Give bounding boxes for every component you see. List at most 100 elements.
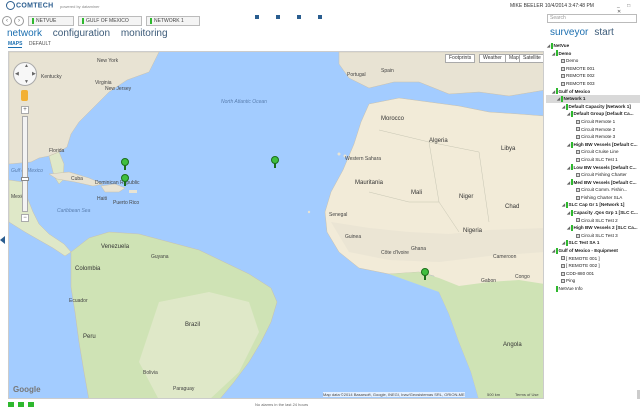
tree-item[interactable]: ◢ NetVue [546,42,640,50]
map-label: Angola [503,342,522,348]
tree-item[interactable]: CDD-880 001 [546,270,640,278]
tree-item[interactable]: REMOTE 002 [546,72,640,80]
tree-item[interactable]: Circuit SLC Test 3 [546,232,640,240]
zoom-slider[interactable] [21,116,29,212]
breadcrumb-item[interactable]: NETWORK 1 [146,16,200,26]
tree-item-label: Med BW Vessels [Default C... [573,179,637,185]
tree-item[interactable]: Circuit Remote 3 [546,133,640,141]
title-bar: COMTECH powered by dataminer MIKE BEELER… [0,0,640,19]
status-icon[interactable] [8,402,14,407]
status-bar: No alarms in the last 24 hours [0,400,640,410]
tree-item[interactable]: REMOTE 003 [546,80,640,88]
map-label: Paraguay [173,386,195,392]
zoom-in-button[interactable]: + [21,106,29,114]
terms-link[interactable]: Terms of Use [515,392,539,397]
tree-item-label: REMOTE 003 [566,80,595,86]
zoom-out-button[interactable]: − [21,214,29,222]
map-view[interactable]: North Atlantic Ocean Caribbean Sea Gulf … [8,51,544,399]
status-indicator-icon [551,42,553,49]
tree-item[interactable]: Circuit SLC Test 2 [546,217,640,225]
tree-item[interactable]: ◢ Low BW Vessels [Default C... [546,164,640,172]
pegman-icon[interactable] [21,90,28,101]
map-type-satellite-button[interactable]: Satellite [519,54,543,63]
tree-item[interactable]: NetVue Info [546,285,640,293]
tree-item[interactable]: ◢ Gulf of Mexico [546,88,640,96]
search-input[interactable]: Search [547,14,637,23]
tree-item[interactable]: ◢ High BW Vessels [Default C... [546,141,640,149]
element-icon [561,271,565,276]
tree-item[interactable]: Ping [546,277,640,285]
element-icon [561,66,565,71]
breadcrumb-bar: ‹ › NETVUE GULF OF MEXICO NETWORK 1 [0,15,545,27]
tree-item[interactable]: REMOTE 001 [546,65,640,73]
forward-arrow-icon[interactable]: › [14,16,24,26]
tree-item-label: Circuit SLC Test 3 [581,232,618,238]
element-icon [561,279,565,284]
tree-item[interactable]: Circuit Fishing Charter [546,171,640,179]
tab-network[interactable]: network [7,28,42,39]
tab-start[interactable]: start [594,27,613,38]
tree-item-label: Fishing Charter SLA [581,194,623,200]
footprints-button[interactable]: Footprints [445,54,476,63]
tree-item-label: NetVue Info [558,286,583,291]
tree-item-label: Low BW Vessels [Default C... [573,164,637,170]
tree-item[interactable]: [ REMOTE 002 ] [546,262,640,270]
status-indicator-icon [571,111,573,118]
status-icon[interactable] [28,402,34,407]
tree-item[interactable]: ◢ High BW Vessels 2 [SLC Ca... [546,224,640,232]
tree-item[interactable]: ◢ SLC Cap Gr 1 [Network 1] [546,201,640,209]
tree-item[interactable]: ◢ Network 1 [546,95,640,103]
tree-item[interactable]: ◢ Default Group [Default Ca... [546,110,640,118]
weather-button[interactable]: Weather [479,54,506,63]
status-indicator-icon [561,95,563,102]
map-label: Gabon [481,278,497,284]
breadcrumb-item[interactable]: NETVUE [28,16,74,26]
tab-monitoring[interactable]: monitoring [121,28,168,39]
status-indicator-icon [566,202,568,209]
breadcrumb-item[interactable]: GULF OF MEXICO [78,16,142,26]
tree-item[interactable]: ◢ Demo [546,50,640,58]
tree-item-label: Network 1 [563,96,586,102]
tree-item[interactable]: ◢ Gulf of Mexico - Equipment [546,247,640,255]
element-icon [576,188,580,193]
tree-item[interactable]: ◢ Capacity .Qos Grp 1 [SLC C... [546,209,640,217]
collapse-panel-icon[interactable] [0,236,5,244]
tab-configuration[interactable]: configuration [53,28,110,39]
tab-default[interactable]: DEFAULT [29,41,51,47]
tree-item[interactable]: ◢ SLC Test SA 1 [546,239,640,247]
tab-surveyor[interactable]: surveyor [550,27,588,38]
tree-item-label: Gulf of Mexico - Equipment [558,248,618,254]
tree-item-label: SLC Test SA 1 [568,240,600,246]
tree-item[interactable]: [ REMOTE 001 ] [546,255,640,263]
map-label: Venezuela [101,244,130,250]
tree-item[interactable]: Demo [546,57,640,65]
status-indicator-icon [556,247,558,254]
tree-item-label: [ REMOTE 002 ] [566,263,600,269]
tree-item[interactable]: Circuit Cruise Line [546,148,640,156]
tree-item[interactable]: ◢ Med BW Vessels [Default C... [546,179,640,187]
element-icon [576,134,580,139]
map-attribution: Map data ©2014 Basarsoft, Google, INEGI,… [323,392,465,397]
tree-item[interactable]: ◢ Default Capacity [Network 1] [546,103,640,111]
tree-item-label: High BW Vessels 2 [SLC Ca... [573,225,638,231]
sub-tabs: MAPS DEFAULT [8,41,56,48]
status-icon[interactable] [18,402,24,407]
tree-item[interactable]: Circuit SLC Test 1 [546,156,640,164]
tree-item-label: Circuit Remote 1 [581,118,616,124]
status-indicator-icon [566,240,568,247]
tree-item-label: REMOTE 002 [566,73,595,79]
map-label: Peru [83,334,96,340]
tree-item[interactable]: Fishing Charter SLA [546,194,640,202]
map-label: Guyana [151,254,169,260]
tree-item[interactable]: Circuit Comm. Fishin... [546,186,640,194]
element-tree: ◢ NetVue ◢ Demo Demo REMOTE 001 REMOTE 002 REMO… [546,42,640,293]
back-arrow-icon[interactable]: ‹ [2,16,12,26]
tree-item-label: Default Group [Default Ca... [573,111,634,117]
tab-maps[interactable]: MAPS [8,41,23,48]
tree-item[interactable]: Circuit Remote 2 [546,126,640,134]
zoom-slider-thumb[interactable] [21,177,29,181]
pan-compass-icon[interactable]: ▲ ▼ ◀ ▶ [13,62,37,86]
map-scale: 500 km [487,392,501,397]
tree-item[interactable]: Circuit Remote 1 [546,118,640,126]
powered-by-text: powered by dataminer [60,4,100,9]
